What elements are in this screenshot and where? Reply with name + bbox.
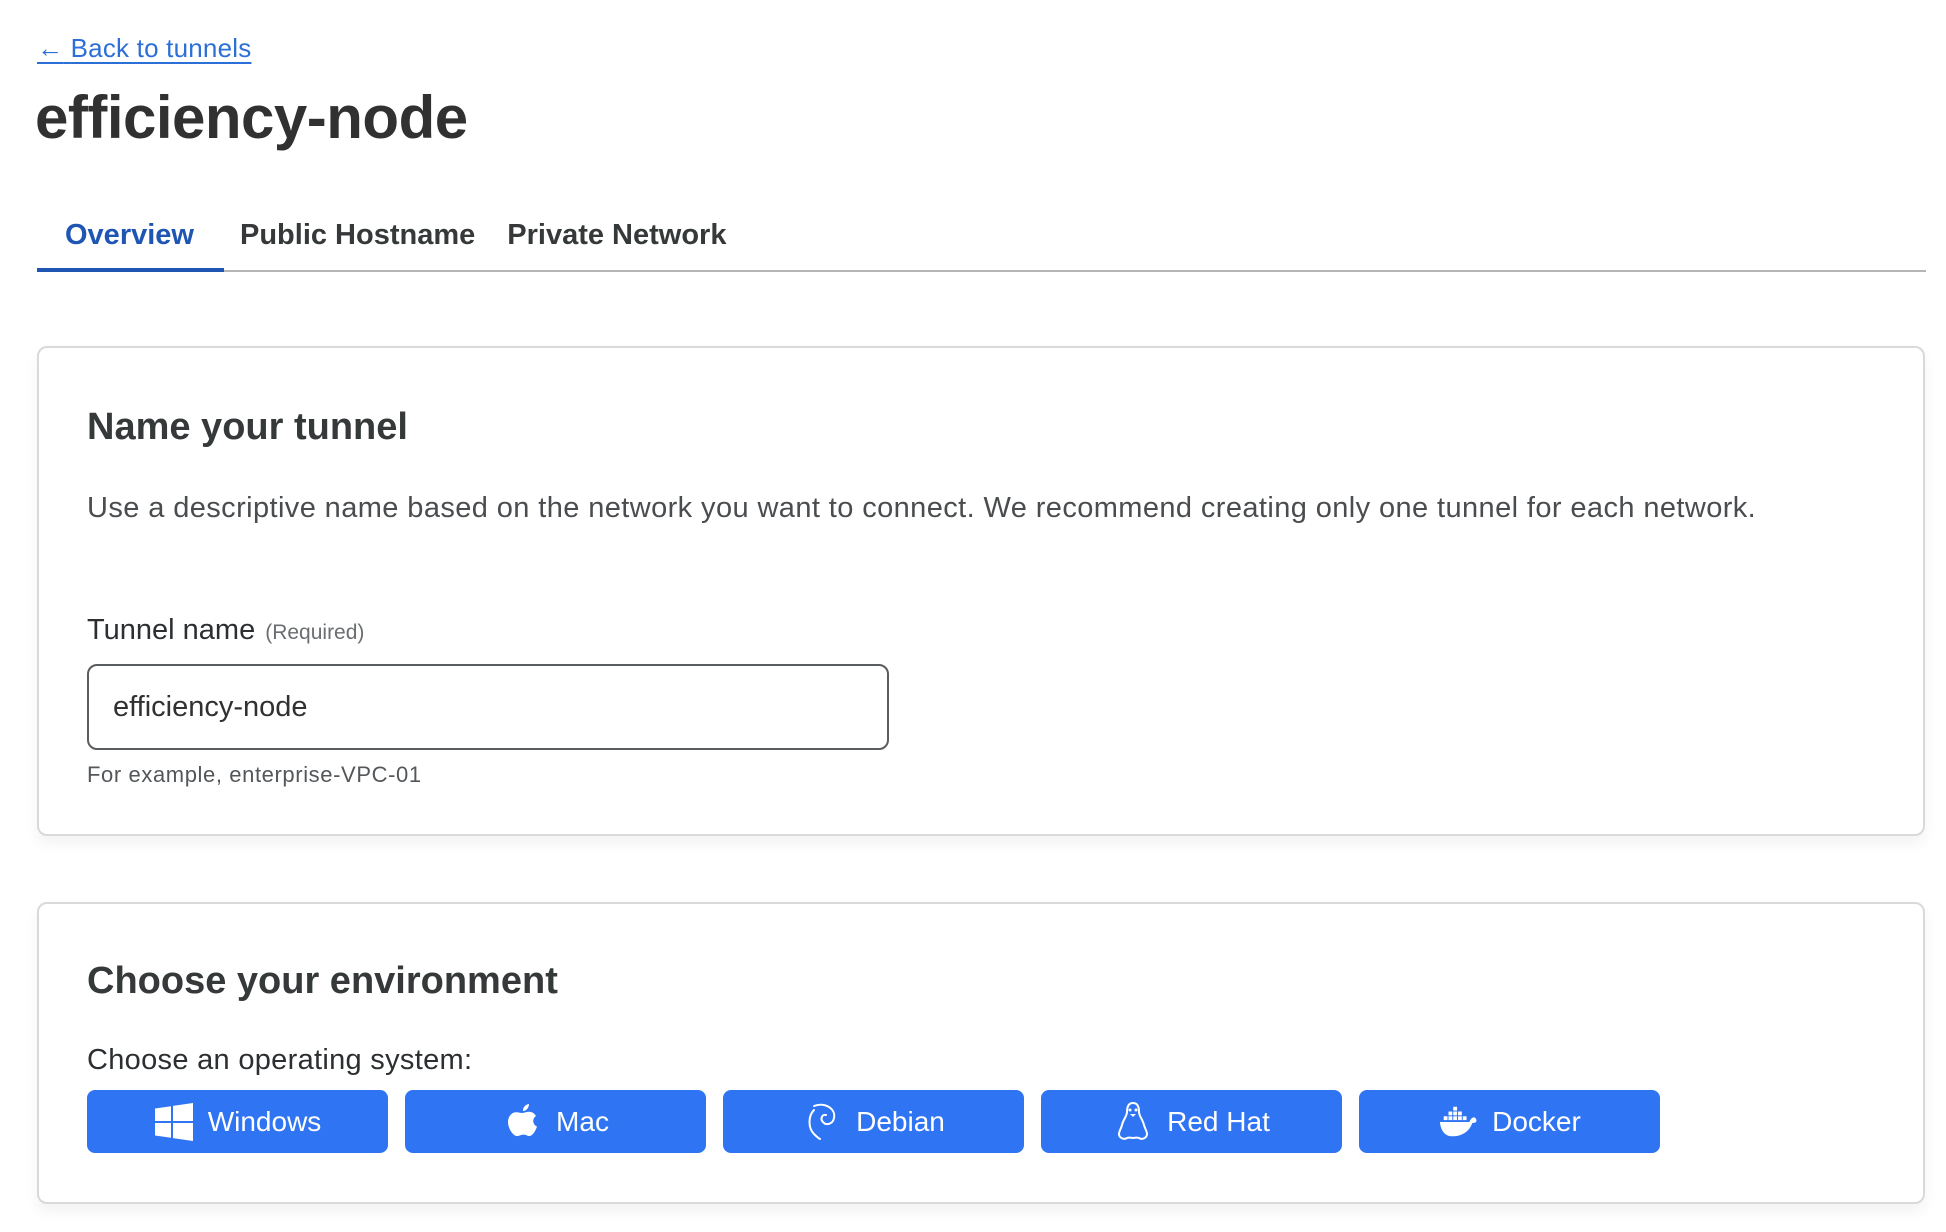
apple-icon [502, 1102, 542, 1142]
debian-icon [802, 1102, 842, 1142]
os-button-docker[interactable]: Docker [1359, 1090, 1660, 1153]
os-button-label: Docker [1492, 1105, 1581, 1137]
os-button-red-hat[interactable]: Red Hat [1041, 1090, 1342, 1153]
name-tunnel-description: Use a descriptive name based on the netw… [87, 492, 1757, 524]
docker-icon [1438, 1102, 1478, 1142]
choose-environment-card: Choose your environment Choose an operat… [37, 902, 1925, 1204]
tunnel-name-label-text: Tunnel name [87, 614, 256, 646]
os-button-mac[interactable]: Mac [405, 1090, 706, 1153]
os-button-windows[interactable]: Windows [87, 1090, 388, 1153]
windows-icon [154, 1102, 194, 1142]
linux-penguin-icon [1113, 1101, 1153, 1142]
tunnel-name-label: Tunnel name (Required) [87, 614, 364, 647]
back-link-label: Back to tunnels [70, 33, 252, 63]
choose-environment-heading: Choose your environment [87, 960, 558, 1002]
tab-private-network[interactable]: Private Network [491, 212, 742, 270]
os-button-debian[interactable]: Debian [723, 1090, 1024, 1153]
tunnel-name-input[interactable] [87, 664, 889, 750]
os-button-label: Debian [856, 1105, 945, 1137]
os-button-label: Windows [207, 1105, 322, 1137]
tab-public-hostname[interactable]: Public Hostname [224, 212, 491, 270]
required-indicator: (Required) [265, 621, 365, 644]
tunnel-name-helper-text: For example, enterprise-VPC-01 [87, 762, 422, 787]
tab-overview[interactable]: Overview [37, 212, 224, 272]
os-button-label: Mac [556, 1105, 609, 1137]
tab-bar: Overview Public Hostname Private Network [37, 212, 1926, 272]
os-label: Choose an operating system: [87, 1044, 473, 1076]
name-tunnel-heading: Name your tunnel [87, 406, 408, 448]
page-title: efficiency-node [35, 84, 468, 151]
name-tunnel-card: Name your tunnel Use a descriptive name … [37, 346, 1925, 836]
back-to-tunnels-link[interactable]: ← Back to tunnels [37, 33, 251, 64]
os-button-label: Red Hat [1167, 1105, 1270, 1137]
arrow-left-icon: ← [37, 33, 64, 63]
os-button-group: Windows Mac Debian Red Hat Docker [87, 1090, 1660, 1153]
